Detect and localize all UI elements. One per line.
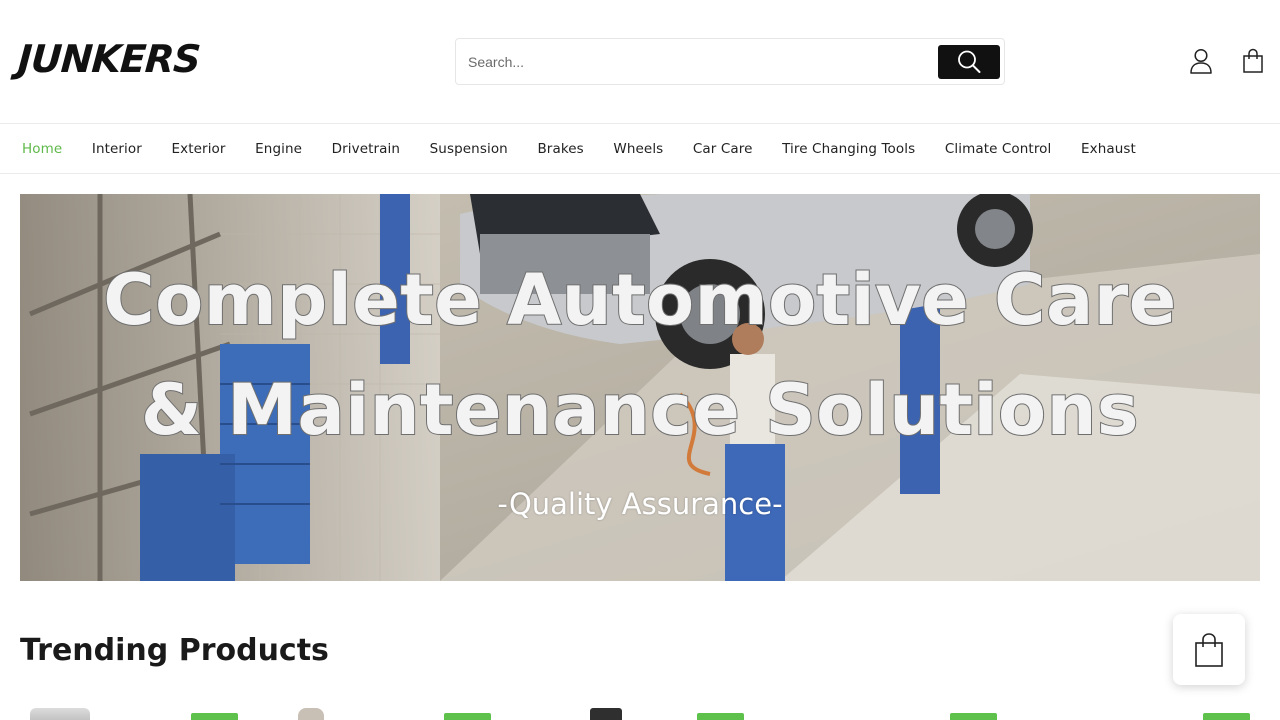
account-button[interactable]	[1188, 47, 1214, 75]
product-thumb-2[interactable]	[298, 708, 324, 720]
cart-button[interactable]	[1240, 47, 1266, 75]
product-badge-4	[950, 713, 997, 720]
nav-list: Home Interior Exterior Engine Drivetrain…	[22, 124, 1166, 173]
search-icon	[958, 50, 981, 73]
floating-cart-button[interactable]	[1173, 614, 1245, 685]
nav-item-brakes[interactable]: Brakes	[537, 141, 583, 157]
nav-item-exhaust[interactable]: Exhaust	[1081, 141, 1136, 157]
hero-banner[interactable]: Complete Automotive Care & Maintenance S…	[20, 194, 1260, 581]
product-thumb-1[interactable]	[30, 708, 90, 720]
site-header: JUNKERS	[0, 0, 1280, 123]
nav-item-drivetrain[interactable]: Drivetrain	[332, 141, 400, 157]
nav-item-home[interactable]: Home	[22, 141, 62, 157]
product-thumb-3[interactable]	[590, 708, 622, 720]
nav-item-tire-changing-tools[interactable]: Tire Changing Tools	[782, 141, 915, 157]
nav-item-wheels[interactable]: Wheels	[613, 141, 663, 157]
trending-products-heading: Trending Products	[20, 633, 329, 668]
nav-item-car-care[interactable]: Car Care	[693, 141, 753, 157]
product-badge-5	[1203, 713, 1250, 720]
hero-title-line-1: Complete Automotive Care	[102, 259, 1177, 341]
shopping-bag-icon	[1195, 632, 1223, 667]
product-badge-3	[697, 713, 744, 720]
nav-item-suspension[interactable]: Suspension	[430, 141, 508, 157]
nav-item-interior[interactable]: Interior	[92, 141, 142, 157]
nav-item-engine[interactable]: Engine	[255, 141, 302, 157]
nav-item-exterior[interactable]: Exterior	[172, 141, 226, 157]
hero-title-line-2: & Maintenance Solutions	[140, 369, 1140, 451]
user-icon	[1190, 48, 1212, 74]
product-badge-2	[444, 713, 491, 720]
nav-item-climate-control[interactable]: Climate Control	[945, 141, 1052, 157]
product-badge-1	[191, 713, 238, 720]
shopping-bag-icon	[1243, 48, 1263, 73]
search-bar	[455, 38, 1005, 85]
site-logo[interactable]: JUNKERS	[16, 36, 201, 82]
search-input[interactable]	[468, 47, 928, 77]
main-nav: Home Interior Exterior Engine Drivetrain…	[0, 123, 1280, 174]
hero-subtitle: -Quality Assurance-	[497, 487, 783, 521]
search-button[interactable]	[938, 45, 1000, 79]
